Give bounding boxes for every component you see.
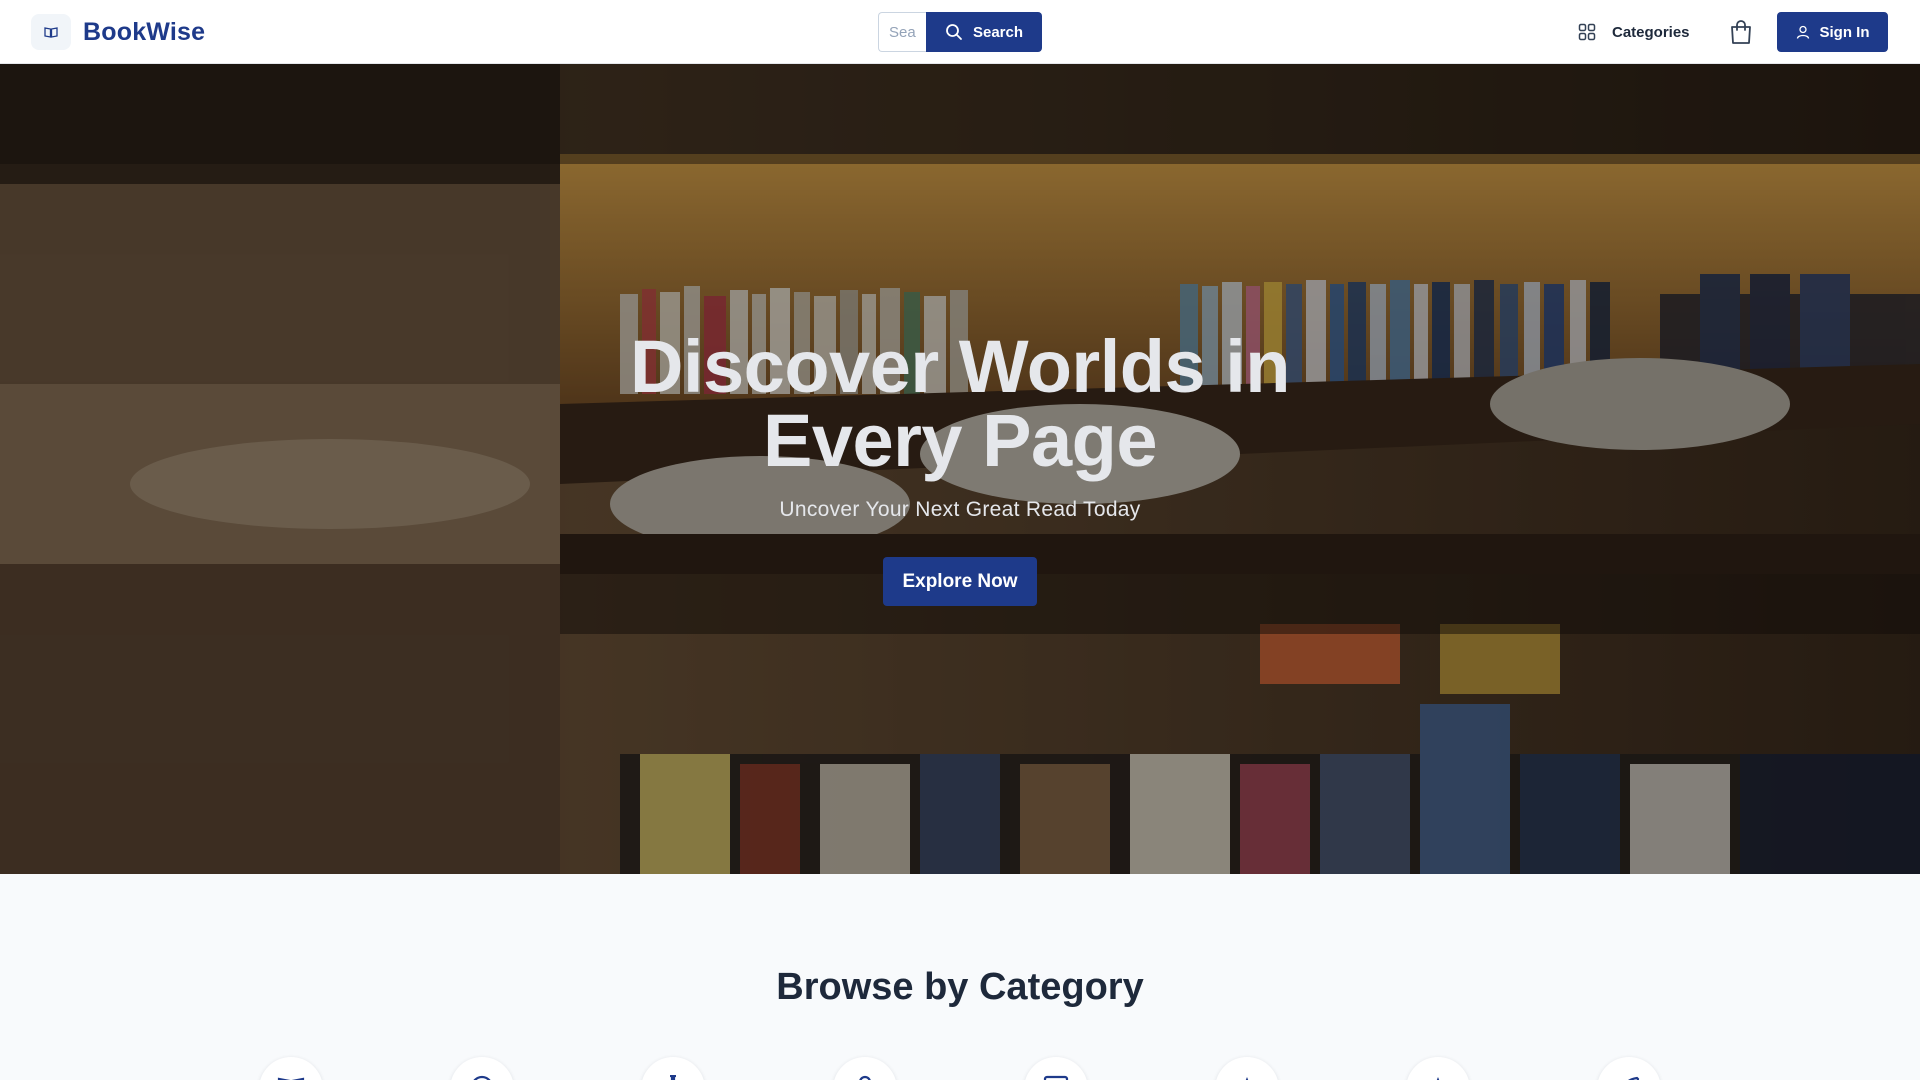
user-icon [859, 1075, 871, 1080]
search-input[interactable] [878, 12, 926, 52]
category-biography[interactable] [833, 1057, 897, 1080]
sign-in-button[interactable]: Sign In [1777, 12, 1888, 52]
open-book-icon [31, 14, 71, 50]
category-icon-row [0, 1057, 1920, 1080]
top-navigation-bar: BookWise Search Categories [0, 0, 1920, 64]
shopping-bag-icon [1731, 20, 1751, 44]
explore-now-button[interactable]: Explore Now [883, 557, 1037, 606]
hero-title: Discover Worlds in Every Page [560, 330, 1360, 478]
star-icon [1245, 1077, 1249, 1080]
category-news[interactable] [1024, 1057, 1088, 1080]
flask-icon [670, 1075, 676, 1080]
book-icon [277, 1077, 305, 1080]
grid-icon [1578, 23, 1596, 41]
brand-logo[interactable]: BookWise [31, 14, 205, 50]
search-bar: Search [878, 12, 1042, 52]
sign-in-label: Sign In [1819, 23, 1870, 41]
category-globe[interactable] [450, 1057, 514, 1080]
user-icon [1796, 25, 1809, 39]
category-science[interactable] [641, 1057, 705, 1080]
hero-title-line-2: Every Page [762, 399, 1158, 482]
category-travel[interactable] [1406, 1057, 1470, 1080]
search-icon [946, 24, 962, 40]
brand-name: BookWise [83, 17, 206, 46]
categories-button[interactable]: Categories [1578, 18, 1690, 46]
categories-label: Categories [1612, 23, 1690, 41]
cart-button[interactable] [1728, 19, 1754, 45]
rocket-icon [1628, 1076, 1640, 1080]
hero-subtitle: Uncover Your Next Great Read Today [779, 498, 1141, 521]
globe-icon [473, 1075, 491, 1080]
hero-banner: Discover Worlds in Every Page Uncover Yo… [0, 64, 1920, 874]
category-book[interactable] [259, 1057, 323, 1080]
category-fantasy[interactable] [1215, 1057, 1279, 1080]
browse-by-category-heading: Browse by Category [776, 966, 1144, 1008]
hero-title-line-1: Discover Worlds in [630, 325, 1290, 408]
search-button-label: Search [972, 23, 1024, 41]
compass-icon [1436, 1077, 1440, 1080]
search-button[interactable]: Search [926, 12, 1042, 52]
newspaper-icon [1043, 1075, 1069, 1080]
category-sci-fi[interactable] [1597, 1057, 1661, 1080]
